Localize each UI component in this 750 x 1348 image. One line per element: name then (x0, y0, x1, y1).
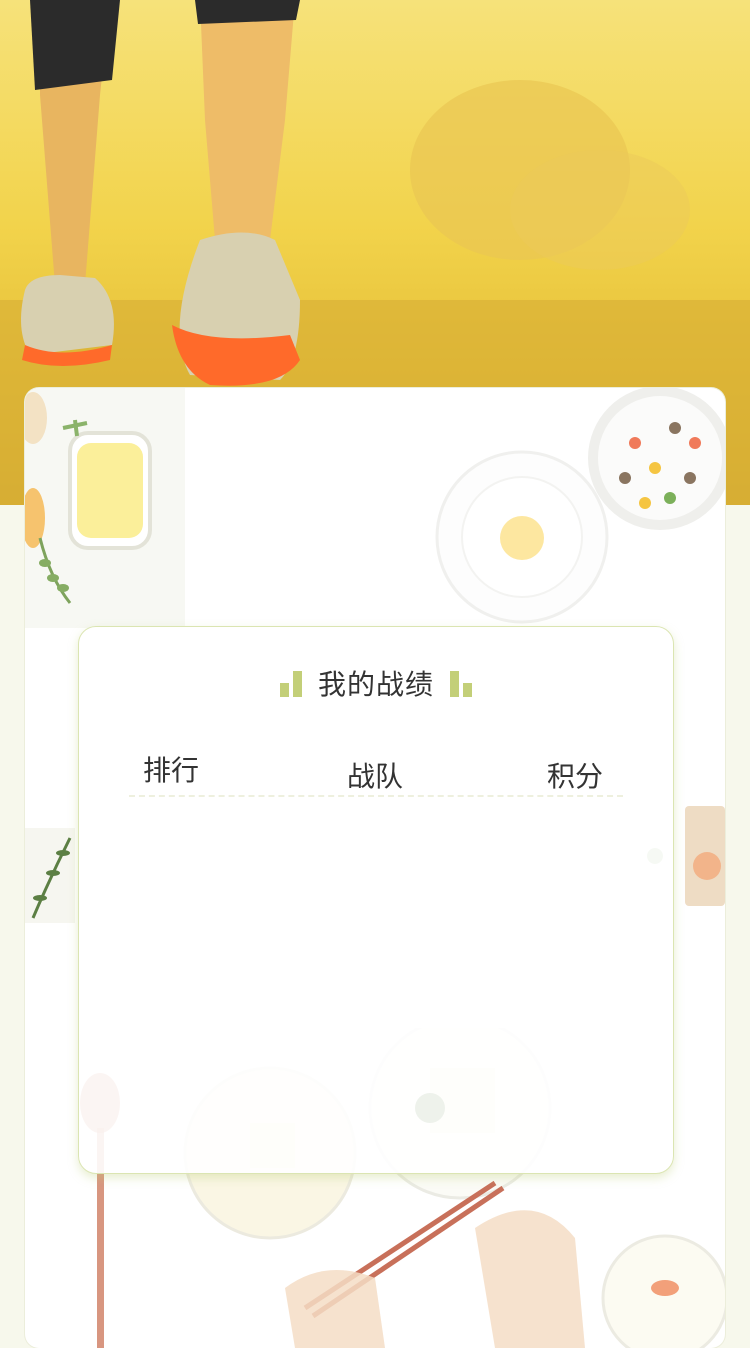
column-header-team: 战队 (347, 760, 404, 793)
column-header-points: 积分 (547, 760, 604, 793)
egg-plate-decoration (435, 450, 609, 624)
herb-sprig-decoration (25, 828, 75, 923)
title-left-bars-icon (279, 669, 302, 697)
butter-dish-decoration (25, 388, 185, 628)
title-right-bars-icon (450, 669, 472, 697)
header-divider (129, 795, 623, 797)
stats-title-row: 我的战绩 (79, 663, 673, 703)
stats-card: 我的战绩 排行 战队 积分 (78, 626, 674, 1174)
rice-bowl-decoration (588, 388, 725, 530)
column-header-rank: 排行 (143, 754, 200, 787)
stats-title: 我的战绩 (317, 668, 434, 701)
